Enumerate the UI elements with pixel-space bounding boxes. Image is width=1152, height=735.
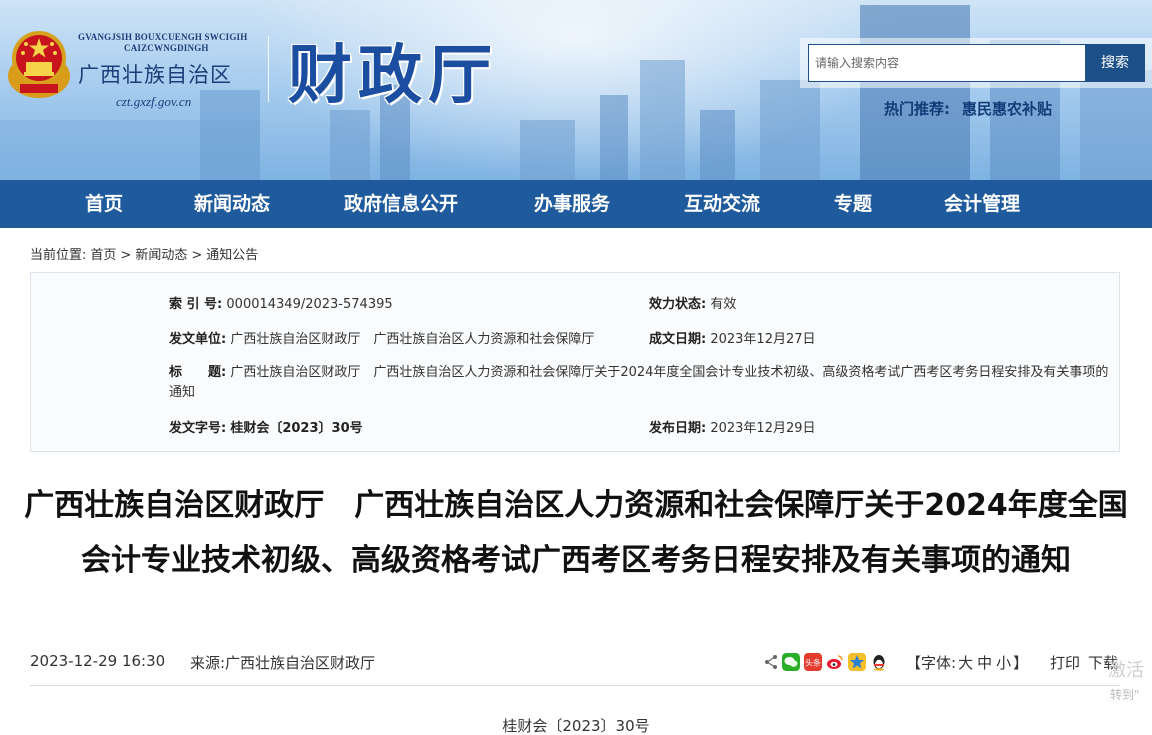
- breadcrumb-news[interactable]: 新闻动态: [135, 248, 187, 263]
- share-icon[interactable]: [762, 653, 780, 671]
- nav-item-accounting[interactable]: 会计管理: [944, 180, 1020, 228]
- meta-title: 标 题: 广西壮族自治区财政厅 广西壮族自治区人力资源和社会保障厅关于2024年…: [169, 363, 1109, 403]
- article-source: 来源:广西壮族自治区财政厅: [190, 654, 376, 672]
- hot-recommendation: 热门推荐: 惠民惠农补贴: [884, 98, 1052, 119]
- meta-published-value: 2023年12月29日: [710, 421, 816, 436]
- meta-index: 索 引 号: 000014349/2023-574395: [169, 293, 393, 312]
- breadcrumb-home[interactable]: 首页: [90, 248, 116, 263]
- meta-index-value: 000014349/2023-574395: [226, 297, 393, 312]
- meta-docno-value: 桂财会〔2023〕30号: [230, 421, 363, 436]
- site-name-block: GVANGJSIH BOUXCUENGH SWCIGIH CAIZCWNGDIN…: [78, 32, 258, 110]
- breadcrumb-separator: >: [120, 248, 132, 263]
- font-size-large-button[interactable]: 大: [958, 654, 973, 672]
- hot-recommendation-label: 热门推荐:: [884, 100, 950, 118]
- header-city-silhouette: [330, 110, 370, 180]
- meta-docno-label: 发文字号:: [169, 421, 227, 436]
- meta-created-label: 成文日期:: [649, 332, 707, 347]
- body-doc-number: 桂财会〔2023〕30号: [502, 717, 650, 735]
- meta-index-label: 索 引 号:: [169, 297, 223, 312]
- font-size-small-button[interactable]: 小: [996, 654, 1011, 672]
- site-header: GVANGJSIH BOUXCUENGH SWCIGIH CAIZCWNGDIN…: [0, 0, 1152, 180]
- meta-created-value: 2023年12月27日: [710, 332, 816, 347]
- header-city-silhouette: [760, 80, 820, 180]
- qzone-icon[interactable]: [848, 653, 866, 671]
- zhuang-name: GVANGJSIH BOUXCUENGH SWCIGIH CAIZCWNGDIN…: [78, 32, 258, 54]
- toutiao-icon-label: 头条: [805, 658, 821, 668]
- meta-status: 效力状态: 有效: [649, 293, 736, 312]
- breadcrumb-separator: >: [191, 248, 203, 263]
- meta-status-value: 有效: [710, 297, 737, 312]
- activation-watermark-sub: 转到": [1110, 688, 1140, 702]
- meta-created-date: 成文日期: 2023年12月27日: [649, 328, 816, 347]
- region-name: 广西壮族自治区: [78, 63, 232, 87]
- national-emblem-icon: [8, 31, 70, 98]
- weibo-icon[interactable]: [826, 653, 844, 671]
- info-divider: [30, 685, 1120, 686]
- header-city-silhouette: [700, 110, 735, 180]
- site-url: czt.gxzf.gov.cn: [116, 94, 192, 109]
- nav-item-services[interactable]: 办事服务: [534, 180, 610, 228]
- header-city-silhouette: [520, 120, 575, 180]
- activation-watermark: 激活: [1108, 660, 1144, 681]
- meta-published-label: 发布日期:: [649, 421, 707, 436]
- meta-status-label: 效力状态:: [649, 297, 707, 312]
- breadcrumb-label: 当前位置:: [30, 248, 87, 263]
- meta-doc-number: 发文字号: 桂财会〔2023〕30号: [169, 417, 363, 436]
- breadcrumb: 当前位置: 首页 > 新闻动态 > 通知公告: [30, 244, 262, 263]
- meta-title-label: 标 题:: [169, 365, 227, 380]
- font-size-label-open: 【字体:: [906, 654, 957, 672]
- nav-item-news[interactable]: 新闻动态: [194, 180, 270, 228]
- meta-issuer-label: 发文单位:: [169, 332, 227, 347]
- font-size-control: 【字体: 大中小】: [906, 652, 1028, 673]
- zhuang-name-line1: GVANGJSIH BOUXCUENGH SWCIGIH: [78, 32, 248, 42]
- nav-item-interaction[interactable]: 互动交流: [684, 180, 760, 228]
- search-button[interactable]: 搜索: [1085, 44, 1145, 82]
- qq-icon[interactable]: [870, 653, 888, 671]
- font-size-medium-button[interactable]: 中: [977, 654, 992, 672]
- meta-title-value: 广西壮族自治区财政厅 广西壮族自治区人力资源和社会保障厅关于2024年度全国会计…: [169, 365, 1109, 400]
- toutiao-icon[interactable]: 头条: [804, 653, 822, 671]
- header-divider: [268, 36, 269, 102]
- meta-issuer: 发文单位: 广西壮族自治区财政厅 广西壮族自治区人力资源和社会保障厅: [169, 328, 594, 347]
- nav-item-gov-info[interactable]: 政府信息公开: [344, 180, 458, 228]
- main-nav: 首页 新闻动态 政府信息公开 办事服务 互动交流 专题 会计管理: [0, 180, 1152, 228]
- nav-item-home[interactable]: 首页: [85, 180, 123, 228]
- hot-recommendation-link[interactable]: 惠民惠农补贴: [962, 100, 1052, 118]
- search-input[interactable]: 请输入搜索内容: [808, 44, 1086, 82]
- document-meta-panel: 索 引 号: 000014349/2023-574395 效力状态: 有效 发文…: [30, 272, 1120, 452]
- wechat-icon[interactable]: [782, 653, 800, 671]
- article-title: 广西壮族自治区财政厅 广西壮族自治区人力资源和社会保障厅关于2024年度全国会计…: [24, 488, 1128, 578]
- department-name: 财政厅: [288, 38, 498, 113]
- zhuang-name-line2: CAIZCWNGDINGH: [124, 43, 209, 53]
- meta-issuer-value: 广西壮族自治区财政厅 广西壮族自治区人力资源和社会保障厅: [230, 332, 595, 347]
- breadcrumb-current[interactable]: 通知公告: [206, 248, 258, 263]
- header-city-silhouette: [600, 95, 628, 180]
- header-city-silhouette: [640, 60, 685, 180]
- meta-published-date: 发布日期: 2023年12月29日: [649, 417, 816, 436]
- print-link[interactable]: 打印: [1050, 652, 1080, 673]
- nav-item-topics[interactable]: 专题: [834, 180, 872, 228]
- article-datetime: 2023-12-29 16:30: [30, 652, 166, 670]
- article-info-bar: 2023-12-29 16:30 来源:广西壮族自治区财政厅 头条 【字体: 大中: [30, 650, 1120, 678]
- font-size-label-close: 】: [1013, 654, 1029, 672]
- header-city-silhouette: [860, 5, 970, 180]
